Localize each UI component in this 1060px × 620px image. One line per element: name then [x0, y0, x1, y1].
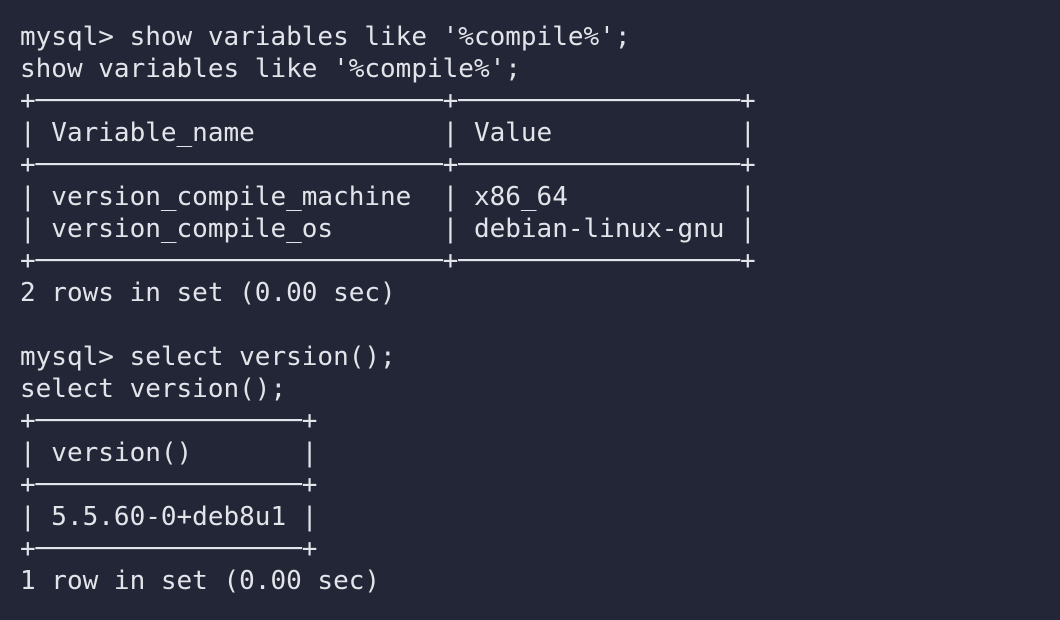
prompt-command-line: mysql> show variables like '%compile%';: [20, 22, 631, 52]
table-row: | 5.5.60-0+deb8u1 |: [20, 502, 318, 532]
table-border: +──────────────────────────+────────────…: [20, 246, 756, 276]
result-summary-line: 1 row in set (0.00 sec): [20, 566, 381, 596]
result-summary-line: 2 rows in set (0.00 sec): [20, 278, 396, 308]
command-echo-line: show variables like '%compile%';: [20, 54, 521, 84]
command-echo-line: select version();: [20, 374, 287, 404]
table-border: +─────────────────+: [20, 534, 318, 564]
table-header-row: | version() |: [20, 438, 318, 468]
table-row: | version_compile_os | debian-linux-gnu …: [20, 214, 756, 244]
table-header-row: | Variable_name | Value |: [20, 118, 756, 148]
table-border: +──────────────────────────+────────────…: [20, 86, 756, 116]
table-border: +─────────────────+: [20, 470, 318, 500]
table-row: | version_compile_machine | x86_64 |: [20, 182, 756, 212]
table-border: +─────────────────+: [20, 406, 318, 436]
table-border: +──────────────────────────+────────────…: [20, 150, 756, 180]
prompt-command-line: mysql> select version();: [20, 342, 396, 372]
terminal-window[interactable]: mysql> show variables like '%compile%'; …: [0, 0, 1060, 620]
